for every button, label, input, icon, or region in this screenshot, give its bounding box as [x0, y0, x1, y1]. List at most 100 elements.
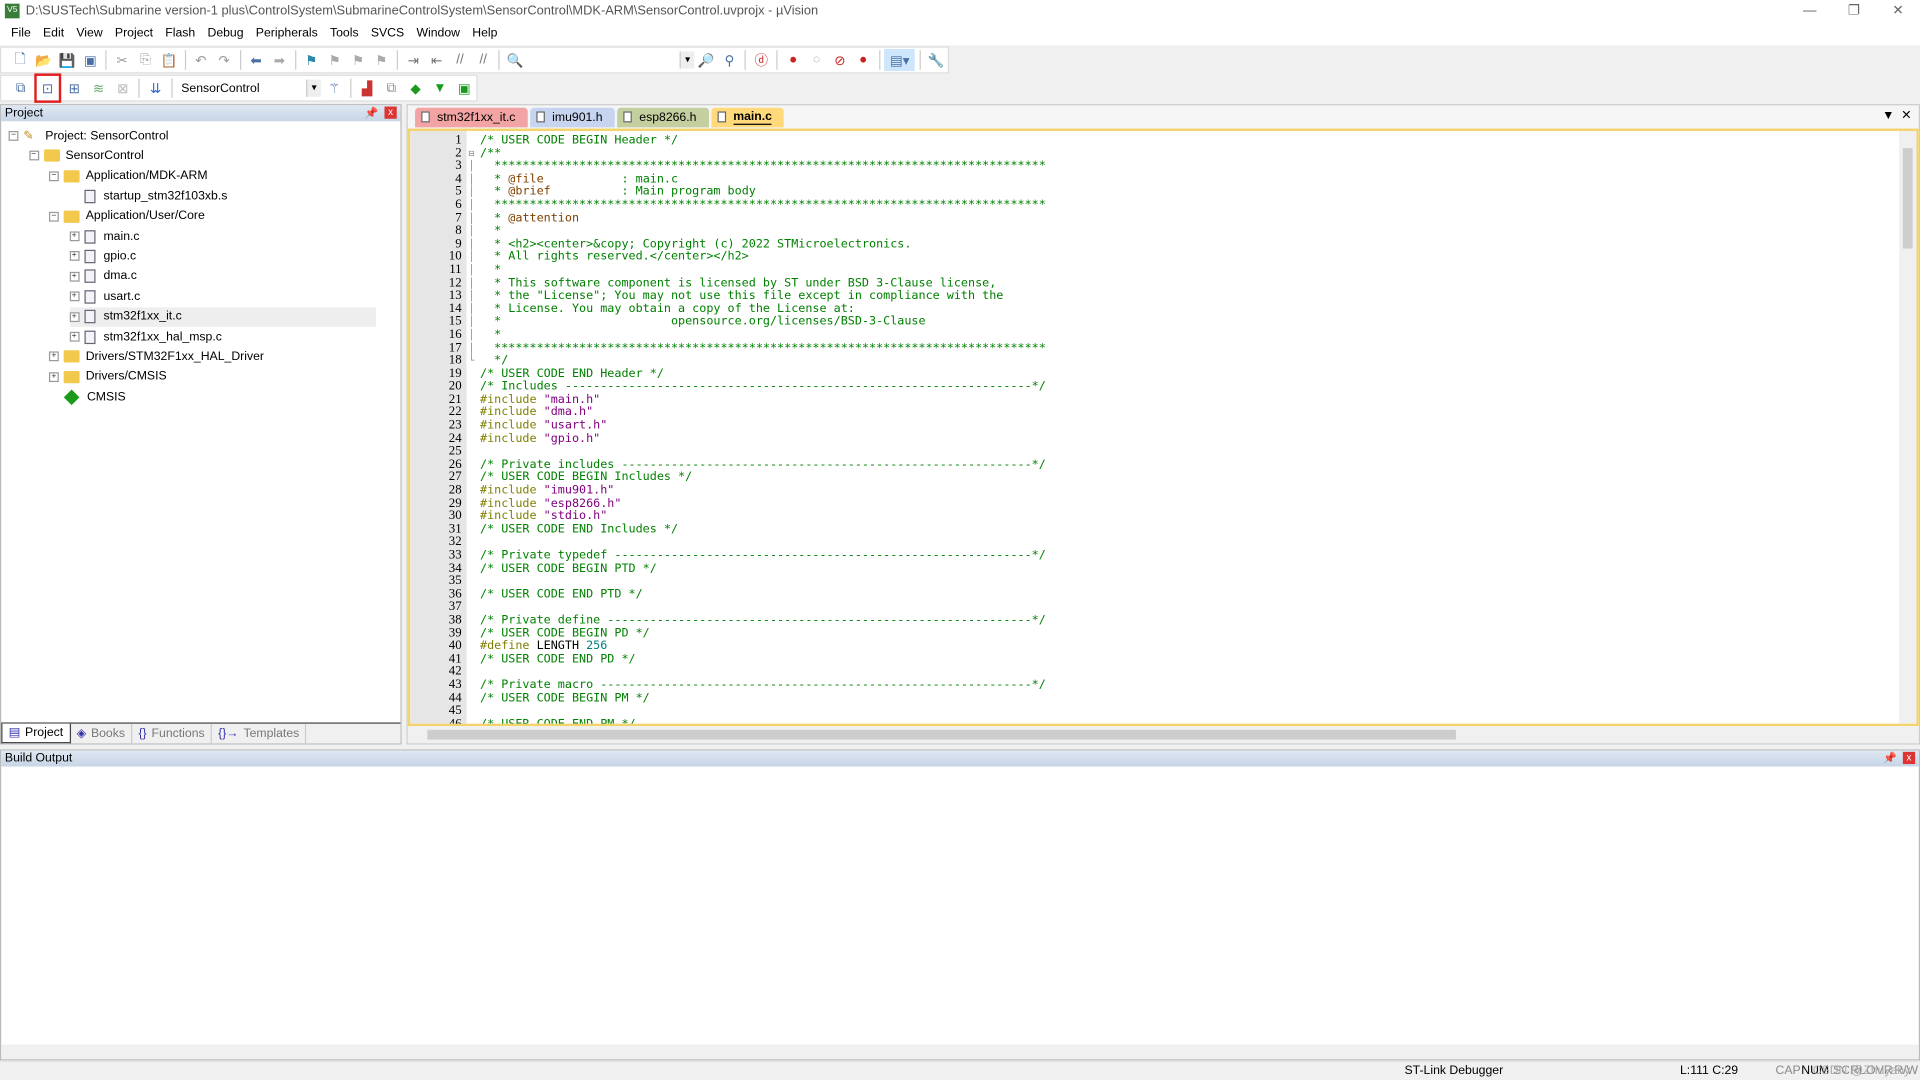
tree-item[interactable]: + dma.c — [69, 267, 137, 287]
close-icon[interactable]: x — [384, 106, 397, 119]
tree-item[interactable]: − Application/User/Core — [48, 206, 205, 226]
redo-icon[interactable]: ↷ — [214, 49, 235, 71]
menu-help[interactable]: Help — [466, 27, 503, 40]
incremental-find-icon[interactable]: ⚲ — [719, 49, 740, 71]
tree-item[interactable]: + stm32f1xx_hal_msp.c — [69, 327, 222, 347]
expand-toggle-icon[interactable]: + — [69, 231, 79, 242]
stop-build-icon[interactable]: ⊠ — [112, 77, 134, 99]
tree-item[interactable]: + gpio.c — [69, 247, 136, 267]
restore-button[interactable]: ❐ — [1832, 0, 1876, 22]
menu-file[interactable]: File — [5, 27, 37, 40]
comment-icon[interactable]: // — [450, 49, 471, 71]
select-software-packs-icon[interactable]: ▼ — [429, 77, 451, 99]
bookmark-icon[interactable]: ⚑ — [301, 49, 322, 71]
editor-tab[interactable]: main.c — [711, 107, 785, 128]
tree-item[interactable]: CMSIS — [49, 387, 126, 407]
tree-item[interactable]: + Drivers/STM32F1xx_HAL_Driver — [48, 347, 264, 367]
save-all-icon[interactable]: ▣ — [80, 49, 101, 71]
expand-toggle-icon[interactable]: − — [48, 211, 59, 222]
find-in-files-icon[interactable]: 🔍 — [505, 49, 526, 71]
close-tab-icon[interactable]: ✕ — [1901, 109, 1911, 122]
rebuild-icon[interactable]: ⊞ — [63, 77, 85, 99]
find-icon[interactable]: 🔎 — [696, 49, 717, 71]
find-combo[interactable]: ▾ — [531, 50, 695, 70]
editor-tab[interactable]: esp8266.h — [617, 107, 709, 128]
tree-item[interactable]: + usart.c — [69, 287, 140, 307]
editor-tab[interactable]: imu901.h — [530, 107, 615, 128]
tree-item[interactable]: + main.c — [69, 227, 140, 247]
translate-icon[interactable]: ⧉ — [10, 77, 32, 99]
navigate-forward-icon[interactable]: ➡ — [269, 49, 290, 71]
build-icon[interactable]: ⊡ — [34, 73, 61, 103]
pack-installer-icon[interactable]: ▣ — [453, 77, 475, 99]
menu-project[interactable]: Project — [109, 27, 159, 40]
batch-build-icon[interactable]: ≋ — [88, 77, 110, 99]
menu-debug[interactable]: Debug — [201, 27, 249, 40]
debug-session-icon[interactable]: ⓓ — [751, 49, 772, 71]
pin-icon[interactable]: 📌 — [1883, 751, 1897, 767]
menu-peripherals[interactable]: Peripherals — [250, 27, 324, 40]
next-bookmark-icon[interactable]: ⚑ — [348, 49, 369, 71]
save-icon[interactable]: 💾 — [57, 49, 78, 71]
navigate-back-icon[interactable]: ⬅ — [246, 49, 267, 71]
tab-project[interactable]: ▤ Project — [1, 723, 71, 744]
close-icon[interactable]: x — [1902, 751, 1916, 765]
menu-svcs[interactable]: SVCS — [365, 27, 411, 40]
download-icon[interactable]: ⇊ — [145, 77, 167, 99]
prev-bookmark-icon[interactable]: ⚑ — [324, 49, 345, 71]
close-button[interactable]: ✕ — [1876, 0, 1920, 22]
open-file-icon[interactable]: 📂 — [33, 49, 54, 71]
collapse-icon[interactable]: ⊟ — [464, 148, 479, 161]
expand-toggle-icon[interactable]: − — [28, 151, 39, 161]
expand-toggle-icon[interactable]: − — [8, 131, 19, 141]
paste-icon[interactable]: 📋 — [158, 49, 179, 71]
tree-item[interactable]: + stm32f1xx_it.c — [69, 306, 376, 327]
enable-breakpoint-icon[interactable]: ○ — [806, 49, 827, 71]
manage-run-time-environment-icon[interactable]: ◆ — [405, 77, 427, 99]
vertical-scrollbar[interactable] — [1899, 131, 1917, 724]
expand-toggle-icon[interactable]: + — [69, 331, 79, 342]
file-extensions-icon[interactable]: ▟ — [356, 77, 378, 99]
tab-books[interactable]: ◈ Books — [71, 723, 133, 744]
chevron-down-icon[interactable]: ▾ — [679, 51, 695, 69]
menu-window[interactable]: Window — [410, 27, 466, 40]
manage-multi-project-icon[interactable]: ⧉ — [380, 77, 402, 99]
target-options-icon[interactable]: ⚚ — [323, 77, 345, 99]
editor-tab[interactable]: stm32f1xx_it.c — [415, 107, 528, 128]
expand-toggle-icon[interactable]: + — [48, 371, 59, 382]
kill-all-breakpoints-icon[interactable]: ● — [853, 49, 874, 71]
horizontal-scrollbar[interactable] — [407, 726, 1919, 744]
insert-breakpoint-icon[interactable]: ● — [783, 49, 804, 71]
menu-edit[interactable]: Edit — [37, 27, 70, 40]
tab-templates[interactable]: {}→ Templates — [212, 723, 307, 744]
target-select[interactable]: SensorControl ▾ — [176, 78, 323, 98]
horizontal-scrollbar[interactable] — [1, 1044, 1919, 1060]
tab-list-icon[interactable]: ▼ — [1882, 109, 1894, 122]
expand-toggle-icon[interactable]: + — [69, 311, 79, 322]
tree-item[interactable]: − ✎ Project: SensorControl — [8, 126, 169, 146]
disable-all-breakpoints-icon[interactable]: ⊘ — [829, 49, 850, 71]
new-file-icon[interactable]: 🗋 — [10, 49, 31, 71]
expand-toggle-icon[interactable]: − — [48, 171, 59, 181]
menu-view[interactable]: View — [70, 27, 109, 40]
unindent-icon[interactable]: ⇤ — [426, 49, 447, 71]
expand-toggle-icon[interactable]: + — [69, 271, 79, 282]
code-area[interactable]: 1/* USER CODE BEGIN Header */2 ⊟/** 3 │ ***… — [407, 128, 1919, 727]
indent-icon[interactable]: ⇥ — [403, 49, 424, 71]
menu-tools[interactable]: Tools — [324, 27, 365, 40]
expand-toggle-icon[interactable]: + — [69, 251, 79, 262]
cut-icon[interactable]: ✂ — [112, 49, 133, 71]
tree-item[interactable]: + Drivers/CMSIS — [48, 367, 167, 387]
chevron-down-icon[interactable]: ▾ — [306, 79, 321, 97]
uncomment-icon[interactable]: // — [473, 49, 494, 71]
tree-item[interactable]: startup_stm32f103xb.s — [69, 186, 227, 206]
minimize-button[interactable]: — — [1788, 0, 1832, 22]
tree-item[interactable]: − SensorControl — [28, 146, 144, 166]
pin-icon[interactable]: 📌 — [365, 105, 379, 121]
configure-icon[interactable]: 🔧 — [926, 49, 947, 71]
tree-item[interactable]: − Application/MDK-ARM — [48, 166, 208, 186]
undo-icon[interactable]: ↶ — [190, 49, 211, 71]
menu-flash[interactable]: Flash — [159, 27, 201, 40]
expand-toggle-icon[interactable]: + — [69, 291, 79, 302]
copy-icon[interactable]: ⎘ — [135, 49, 156, 71]
